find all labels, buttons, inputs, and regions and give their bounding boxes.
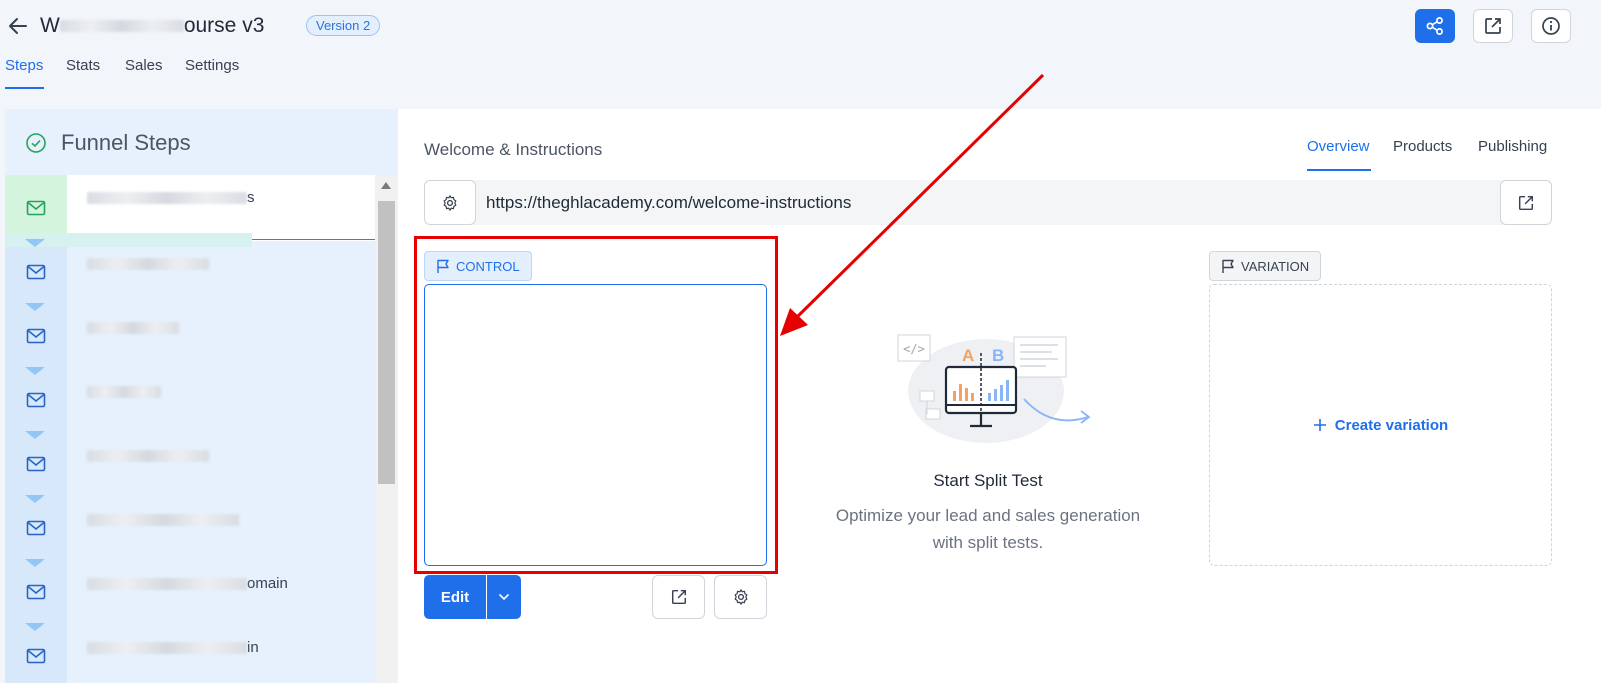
create-variation-button[interactable]: Create variation xyxy=(1313,417,1448,434)
url-settings-button[interactable] xyxy=(424,180,476,225)
tab-overview[interactable]: Overview xyxy=(1307,138,1370,155)
gear-icon xyxy=(734,589,747,605)
step-icon-cell xyxy=(5,175,67,241)
step-label: omain xyxy=(87,575,288,592)
label-b: B xyxy=(992,346,1004,365)
blurred-text xyxy=(87,192,247,205)
step-item-7[interactable]: omain xyxy=(5,559,375,625)
variation-dropzone: Create variation xyxy=(1209,284,1552,566)
open-external-icon xyxy=(671,589,686,605)
mail-icon xyxy=(26,456,46,472)
step-label: in xyxy=(87,639,259,656)
share-button[interactable] xyxy=(1415,9,1455,43)
split-test-title: Start Split Test xyxy=(933,471,1043,490)
edit-split-button: Edit xyxy=(424,575,521,619)
plus-icon xyxy=(1313,419,1326,431)
blurred-text xyxy=(87,578,247,591)
step-item-6[interactable] xyxy=(5,495,375,561)
step-icon-cell xyxy=(5,431,67,497)
mail-icon xyxy=(26,264,46,280)
open-external-icon xyxy=(1485,18,1501,34)
sidebar-title: Funnel Steps xyxy=(61,130,191,155)
mail-icon xyxy=(26,328,46,344)
open-external-icon xyxy=(1518,195,1534,210)
funnel-title: Wourse v3 xyxy=(40,14,264,38)
blurred-text xyxy=(87,322,179,335)
blurred-text xyxy=(59,20,184,33)
split-test-description: Optimize your lead and sales generation … xyxy=(818,502,1158,556)
mail-icon xyxy=(26,520,46,536)
open-url-button[interactable] xyxy=(1500,180,1552,225)
title-start: W xyxy=(40,14,60,37)
open-external-button[interactable] xyxy=(1473,9,1513,43)
edit-dropdown-toggle[interactable] xyxy=(487,575,521,619)
step-icon-cell xyxy=(5,495,67,561)
flag-icon xyxy=(1222,259,1234,273)
variation-label: VARIATION xyxy=(1241,258,1310,274)
step-item-5[interactable] xyxy=(5,431,375,497)
tab-publishing[interactable]: Publishing xyxy=(1478,138,1547,155)
step-item-1[interactable]: s xyxy=(5,175,375,241)
split-desc-line-1: Optimize your lead and sales generation xyxy=(835,506,1141,525)
step-item-2[interactable] xyxy=(5,239,375,305)
step-item-8[interactable]: in xyxy=(5,623,375,683)
active-tab-indicator xyxy=(1307,169,1371,171)
step-icon-cell xyxy=(5,239,67,305)
step-label xyxy=(87,383,161,400)
blurred-text xyxy=(87,386,161,399)
split-test-illustration: </> A B xyxy=(897,334,1091,443)
scrollbar-thumb[interactable] xyxy=(378,201,395,484)
annotation-highlight-box xyxy=(414,236,778,574)
blurred-text xyxy=(87,642,247,655)
step-label xyxy=(87,319,179,336)
step-icon-cell xyxy=(5,303,67,369)
tab-sales[interactable]: Sales xyxy=(125,57,163,74)
tab-settings[interactable]: Settings xyxy=(185,57,239,74)
variation-badge: VARIATION xyxy=(1209,251,1322,281)
title-end: ourse v3 xyxy=(183,14,265,37)
share-icon xyxy=(1426,17,1443,35)
gear-icon xyxy=(443,194,457,211)
mail-icon xyxy=(26,200,46,216)
step-icon-cell xyxy=(5,623,67,683)
tab-stats[interactable]: Stats xyxy=(66,57,100,74)
step-label-suffix: in xyxy=(247,639,259,656)
scroll-up-arrow-icon[interactable] xyxy=(381,182,391,189)
step-label xyxy=(87,447,209,464)
step-label-suffix: s xyxy=(247,189,255,206)
funnel-steps-sidebar: Funnel Steps s omain in xyxy=(5,109,398,683)
info-icon xyxy=(1542,17,1560,35)
blurred-text xyxy=(87,258,209,271)
back-arrow-icon[interactable] xyxy=(6,14,30,38)
mail-icon xyxy=(26,392,46,408)
step-label: s xyxy=(87,189,255,206)
blurred-text xyxy=(87,450,209,463)
preview-external-button[interactable] xyxy=(652,575,705,619)
create-variation-label: Create variation xyxy=(1334,416,1449,434)
chevron-down-icon xyxy=(498,593,510,601)
split-desc-line-2: with split tests. xyxy=(932,533,1044,552)
step-item-3[interactable] xyxy=(5,303,375,369)
step-icon-cell xyxy=(5,559,67,625)
step-item-4[interactable] xyxy=(5,367,375,433)
tab-steps[interactable]: Steps xyxy=(5,57,43,74)
page-title: Welcome & Instructions xyxy=(424,140,603,159)
step-label xyxy=(87,255,209,272)
control-settings-button[interactable] xyxy=(714,575,767,619)
label-a: A xyxy=(962,346,974,365)
active-tab-indicator xyxy=(5,87,44,89)
version-badge: Version 2 xyxy=(306,15,381,36)
blurred-text xyxy=(87,514,239,527)
step-icon-cell xyxy=(5,367,67,433)
step-label-suffix: omain xyxy=(247,575,288,592)
info-button[interactable] xyxy=(1531,9,1571,43)
mail-icon xyxy=(26,584,46,600)
tab-products[interactable]: Products xyxy=(1393,138,1452,155)
mail-icon xyxy=(26,648,46,664)
edit-button[interactable]: Edit xyxy=(424,575,486,619)
annotation-arrow-icon xyxy=(780,73,1045,336)
check-circle-icon xyxy=(26,133,46,153)
step-label xyxy=(87,511,239,528)
